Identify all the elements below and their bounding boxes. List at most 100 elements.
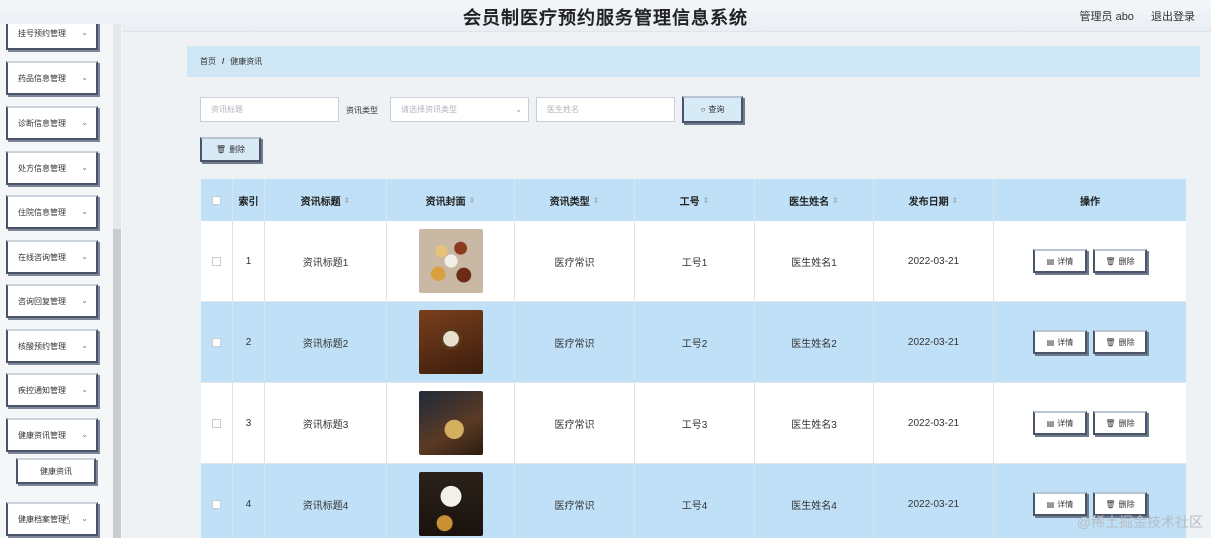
row-ops: ▤ 详情 🗑 删除 xyxy=(994,221,1186,301)
chevron-down-icon: ⌄ xyxy=(81,207,88,216)
row-cover-cell xyxy=(387,302,515,382)
delete-button[interactable]: 🗑 删除 xyxy=(1093,330,1147,354)
cover-image[interactable] xyxy=(418,391,483,455)
header-date[interactable]: 发布日期 ⇕ xyxy=(874,179,994,221)
header-doctor[interactable]: 医生姓名 ⇕ xyxy=(755,179,874,221)
delete-button[interactable]: 🗑 删除 xyxy=(1093,249,1147,273)
header-type[interactable]: 资讯类型 ⇕ xyxy=(515,179,635,221)
row-checkbox-cell xyxy=(201,302,233,382)
sidebar-item-label: 药品信息管理 xyxy=(18,73,66,83)
delete-button[interactable]: 🗑 删除 xyxy=(1093,411,1147,435)
row-type: 医疗常识 xyxy=(515,383,635,463)
doctor-search-input[interactable]: 医生姓名 xyxy=(536,97,675,122)
breadcrumb-current: 健康资讯 xyxy=(230,57,263,66)
chevron-down-icon: ⌄ xyxy=(81,118,88,127)
row-checkbox[interactable] xyxy=(212,337,221,347)
header-cover[interactable]: 资讯封面 ⇕ xyxy=(387,179,515,221)
sidebar-subitem-health-news[interactable]: 健康资讯 xyxy=(16,458,96,484)
table-row: 2 资讯标题2 医疗常识 工号2 医生姓名2 2022-03-21 ▤ 详情 🗑 删… xyxy=(201,302,1186,383)
row-title: 资讯标题4 xyxy=(265,464,387,538)
sidebar-item-label: 诊断信息管理 xyxy=(18,118,66,128)
sidebar-item-cdc-notice[interactable]: 疾控通知管理 ⌄ xyxy=(6,373,98,407)
row-index: 2 xyxy=(233,302,265,382)
row-title: 资讯标题1 xyxy=(265,221,387,301)
row-cover-cell xyxy=(387,464,515,538)
query-button[interactable]: ○ 查询 xyxy=(682,96,743,123)
detail-button[interactable]: ▤ 详情 xyxy=(1033,249,1087,273)
sidebar-item-label: 健康资讯管理 xyxy=(18,430,66,440)
trash-icon: 🗑 xyxy=(1105,256,1116,266)
cover-image[interactable] xyxy=(418,472,483,536)
sidebar-item-consultation[interactable]: 在线咨询管理 ⌄ xyxy=(6,240,98,274)
delete-label: 删除 xyxy=(1118,256,1135,266)
sidebar-item-appointment[interactable]: 挂号预约管理 ⌄ xyxy=(6,24,98,50)
header-index: 索引 xyxy=(233,179,265,221)
header-date-label: 发布日期 xyxy=(908,196,949,208)
row-doctor: 医生姓名1 xyxy=(755,221,874,301)
chevron-down-icon: ⌄ xyxy=(81,514,88,523)
sort-icon: ⇕ xyxy=(702,195,710,205)
type-select[interactable]: 请选择资讯类型 ⌄ xyxy=(390,97,529,122)
chevron-down-icon: ⌄ xyxy=(81,28,88,37)
chevron-down-icon: ⌄ xyxy=(81,385,88,394)
header-no[interactable]: 工号 ⇕ xyxy=(635,179,755,221)
row-date: 2022-03-21 xyxy=(874,221,994,301)
header-title[interactable]: 资讯标题 ⇕ xyxy=(265,179,387,221)
news-table: 索引 资讯标题 ⇕ 资讯封面 ⇕ 资讯类型 ⇕ 工号 ⇕ 医生姓名 ⇕ 发布日期 ⇕ 操作 … xyxy=(201,179,1186,538)
sidebar-item-health-record[interactable]: 健康档案管理 ⌄ xyxy=(6,502,98,536)
row-type: 医疗常识 xyxy=(515,302,635,382)
sidebar-item-diagnosis[interactable]: 诊断信息管理 ⌄ xyxy=(6,106,98,140)
sidebar-item-medicine[interactable]: 药品信息管理 ⌄ xyxy=(6,61,98,95)
chevron-down-icon: ⌄ xyxy=(81,341,88,350)
row-title: 资讯标题2 xyxy=(265,302,387,382)
delete-label: 删除 xyxy=(1118,499,1135,509)
sidebar-item-health-news[interactable]: 健康资讯管理 ⌄ xyxy=(6,418,98,452)
document-icon: ▤ xyxy=(1046,256,1055,266)
row-date: 2022-03-21 xyxy=(874,464,994,538)
header-no-label: 工号 xyxy=(679,196,700,208)
sidebar-item-prescription[interactable]: 处方信息管理 ⌄ xyxy=(6,151,98,185)
trash-icon: 🗑 xyxy=(1105,418,1116,428)
search-icon: ○ xyxy=(700,105,706,114)
row-index: 3 xyxy=(233,383,265,463)
sidebar-scroll-thumb[interactable] xyxy=(113,229,121,538)
row-checkbox[interactable] xyxy=(212,499,221,509)
sort-icon: ⇕ xyxy=(468,195,476,205)
detail-button[interactable]: ▤ 详情 xyxy=(1033,330,1087,354)
row-type: 医疗常识 xyxy=(515,464,635,538)
batch-delete-button[interactable]: 🗑 删除 xyxy=(200,137,261,162)
admin-user: 管理员 abo xyxy=(1079,11,1134,23)
logout-link[interactable]: 退出登录 xyxy=(1151,11,1195,23)
chevron-down-icon: ⌄ xyxy=(81,430,88,439)
cover-image[interactable] xyxy=(418,229,483,293)
breadcrumb: 首页 / 健康资讯 xyxy=(187,46,1200,77)
type-select-placeholder: 请选择资讯类型 xyxy=(401,105,457,114)
sidebar-item-label: 挂号预约管理 xyxy=(18,28,66,38)
sidebar: 挂号预约管理 ⌄ 药品信息管理 ⌄ 诊断信息管理 ⌄ 处方信息管理 ⌄ 住院信息… xyxy=(0,24,122,538)
row-date: 2022-03-21 xyxy=(874,302,994,382)
sidebar-item-reply[interactable]: 咨询回复管理 ⌄ xyxy=(6,284,98,318)
row-checkbox-cell xyxy=(201,383,233,463)
document-icon: ▤ xyxy=(1046,418,1055,428)
sidebar-item-label: 住院信息管理 xyxy=(18,207,66,217)
sidebar-item-hospitalization[interactable]: 住院信息管理 ⌄ xyxy=(6,195,98,229)
title-search-input[interactable]: 资讯标题 xyxy=(200,97,339,122)
sidebar-item-nucleic-acid[interactable]: 核酸预约管理 ⌄ xyxy=(6,329,98,363)
row-checkbox-cell xyxy=(201,221,233,301)
row-checkbox[interactable] xyxy=(212,418,221,428)
breadcrumb-home[interactable]: 首页 xyxy=(200,56,216,67)
sort-icon: ⇕ xyxy=(343,195,351,205)
row-cover-cell xyxy=(387,221,515,301)
row-no: 工号2 xyxy=(635,302,755,382)
user-area: 管理员 abo 退出登录 xyxy=(1066,8,1195,24)
trash-icon: 🗑 xyxy=(1105,337,1116,347)
chevron-down-icon: ⌄ xyxy=(81,163,88,172)
detail-button[interactable]: ▤ 详情 xyxy=(1033,411,1087,435)
header-ops: 操作 xyxy=(1080,196,1100,208)
select-all-checkbox[interactable] xyxy=(212,195,221,205)
cover-image[interactable] xyxy=(418,310,483,374)
sidebar-item-label: 健康档案管理 xyxy=(18,514,66,524)
row-checkbox[interactable] xyxy=(212,256,221,266)
row-checkbox-cell xyxy=(201,464,233,538)
sidebar-item-label: 在线咨询管理 xyxy=(18,252,66,262)
